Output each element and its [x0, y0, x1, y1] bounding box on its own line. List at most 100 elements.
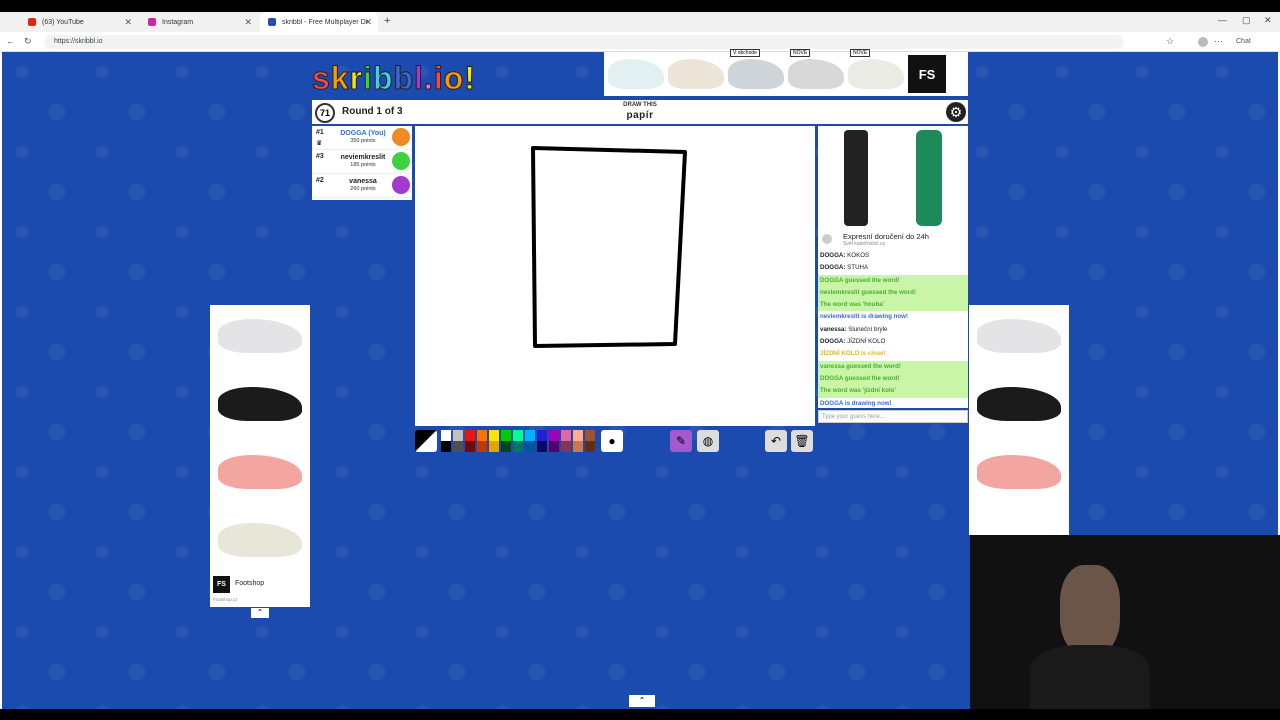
ad-shoe-image — [218, 319, 302, 353]
chat-input[interactable]: Type your guess here... — [818, 410, 968, 423]
chat-text: JÍZDNÍ KOLO — [847, 338, 886, 346]
back-icon[interactable]: ← — [6, 36, 15, 46]
ad-shoe-image — [218, 523, 302, 557]
color-swatch[interactable] — [453, 441, 463, 452]
tab-youtube[interactable]: (63) YouTube ✕ — [20, 12, 138, 32]
right-side-ad[interactable] — [969, 305, 1069, 535]
color-swatch[interactable] — [525, 430, 535, 441]
chat-button[interactable]: Chat — [1236, 38, 1251, 45]
drawing-toolbar: ● ✎ ◍ ↶ 🗑 — [415, 429, 817, 455]
instagram-icon — [148, 18, 156, 26]
color-swatch[interactable] — [489, 441, 499, 452]
color-swatch[interactable] — [537, 441, 547, 452]
person-head — [1060, 565, 1120, 655]
brush-size-icon[interactable]: ● — [601, 430, 623, 452]
color-swatch[interactable] — [549, 430, 559, 441]
color-swatch[interactable] — [501, 441, 511, 452]
color-swatch[interactable] — [537, 430, 547, 441]
chat-message: The word was 'jízdní kolo' — [818, 385, 968, 398]
undo-icon[interactable]: ↶ — [765, 430, 787, 452]
ad-shoe-image — [977, 455, 1061, 489]
maximize-icon[interactable]: ▢ — [1242, 15, 1251, 26]
color-swatch[interactable] — [525, 441, 535, 452]
chat-message: DOGGA guessed the word! — [818, 274, 968, 287]
fill-bucket-icon[interactable]: ◍ — [697, 430, 719, 452]
left-side-ad[interactable]: FS Footshop Footshop.cz — [210, 305, 310, 607]
color-swatch[interactable] — [585, 441, 595, 452]
chat-log: DOGGA: KOKOS DOGGA: STUHA DOGGA guessed th… — [818, 250, 968, 408]
player-row[interactable]: #3 neviemkreslit 185 points — [312, 150, 412, 174]
color-swatch[interactable] — [573, 441, 583, 452]
ad-item[interactable]: V obchode — [728, 49, 784, 89]
chat-text: neviemkreslit guessed the word! — [820, 288, 916, 296]
player-list: #1 ♛ DOGGA (You) 350 points #3 neviemkre… — [312, 126, 412, 200]
tab-label: Instagram — [162, 18, 194, 26]
color-swatch[interactable] — [549, 441, 559, 452]
chat-text: STUHA — [847, 264, 869, 272]
trash-icon[interactable]: 🗑 — [791, 430, 813, 452]
reload-icon[interactable]: ↻ — [24, 36, 32, 47]
bookmark-icon[interactable]: ☆ — [1166, 36, 1174, 47]
chat-message: DOGGA is drawing now! — [818, 398, 968, 408]
color-swatch[interactable] — [561, 441, 571, 452]
ad-item[interactable]: NOVÉ — [848, 49, 904, 89]
tab-skribbl[interactable]: skribbl - Free Multiplayer Drawing ✕ — [260, 12, 378, 32]
ad-subtitle: Svět kadeřnictví.cz — [843, 241, 885, 247]
drawing-canvas[interactable] — [415, 126, 815, 426]
pencil-icon[interactable]: ✎ — [670, 430, 692, 452]
color-swatch[interactable] — [465, 441, 475, 452]
ad-shoe-image — [728, 59, 784, 89]
minimize-icon[interactable]: — — [1218, 15, 1227, 25]
player-row[interactable]: #1 ♛ DOGGA (You) 350 points — [312, 126, 412, 150]
color-swatch[interactable] — [573, 430, 583, 441]
window-close-icon[interactable]: ✕ — [1264, 15, 1272, 26]
color-swatch[interactable] — [477, 441, 487, 452]
close-icon[interactable]: ✕ — [244, 17, 252, 28]
close-icon[interactable]: ✕ — [364, 17, 372, 28]
chevron-up-icon[interactable]: ⌃ — [251, 608, 269, 618]
browser-window: (63) YouTube ✕ Instagram ✕ skribbl - Fre… — [0, 0, 1280, 720]
current-color-icon[interactable] — [415, 430, 437, 452]
gear-icon[interactable]: ⚙ — [946, 102, 966, 122]
chat-message: vanessa guessed the word! — [818, 360, 968, 373]
color-swatch[interactable] — [441, 441, 451, 452]
color-swatch[interactable] — [501, 430, 511, 441]
ad-shoe-image — [977, 319, 1061, 353]
right-ad[interactable]: Expresní doručení do 24h Svět kadeřnictv… — [818, 126, 968, 250]
chat-text: JÍZDNÍ KOLO is close! — [820, 350, 886, 358]
tab-label: (63) YouTube — [42, 18, 84, 26]
close-icon[interactable]: ✕ — [124, 17, 132, 28]
color-swatch[interactable] — [585, 430, 595, 441]
ad-badge: V obchode — [730, 49, 760, 57]
drawn-rectangle — [531, 146, 687, 348]
player-row[interactable]: #2 vanessa 260 points — [312, 174, 412, 198]
color-swatch[interactable] — [513, 441, 523, 452]
skribbl-icon — [268, 18, 276, 26]
color-swatch[interactable] — [453, 430, 463, 441]
menu-icon[interactable]: ⋯ — [1214, 36, 1223, 47]
screen-bar — [0, 0, 1280, 12]
top-ad-banner[interactable]: V obchode NOVÉ NOVÉ FS — [604, 49, 968, 96]
chat-message: DOGGA: JÍZDNÍ KOLO — [818, 336, 968, 348]
color-swatch[interactable] — [465, 430, 475, 441]
tab-instagram[interactable]: Instagram ✕ — [140, 12, 258, 32]
color-swatch[interactable] — [489, 430, 499, 441]
footshop-logo[interactable]: FS — [908, 55, 946, 93]
drawing-svg — [531, 146, 687, 348]
player-points: 260 points — [350, 186, 376, 192]
chat-text: neviemkreslit is drawing now! — [820, 313, 909, 321]
chevron-up-icon[interactable]: ⌃ — [629, 695, 655, 707]
ad-badge: NOVÉ — [790, 49, 811, 57]
new-tab-icon[interactable]: + — [384, 15, 390, 27]
youtube-icon — [28, 18, 36, 26]
color-swatch[interactable] — [513, 430, 523, 441]
url-field[interactable]: https://skribbl.io — [44, 35, 1124, 49]
ad-shoe-image[interactable] — [608, 59, 664, 89]
color-swatch[interactable] — [477, 430, 487, 441]
ad-item[interactable]: NOVÉ — [788, 49, 844, 89]
profile-avatar[interactable] — [1198, 37, 1208, 47]
color-swatch[interactable] — [561, 430, 571, 441]
ad-shoe-image[interactable] — [668, 59, 724, 89]
skribbl-logo[interactable]: skribbl.io! — [312, 60, 476, 97]
color-swatch[interactable] — [441, 430, 451, 441]
